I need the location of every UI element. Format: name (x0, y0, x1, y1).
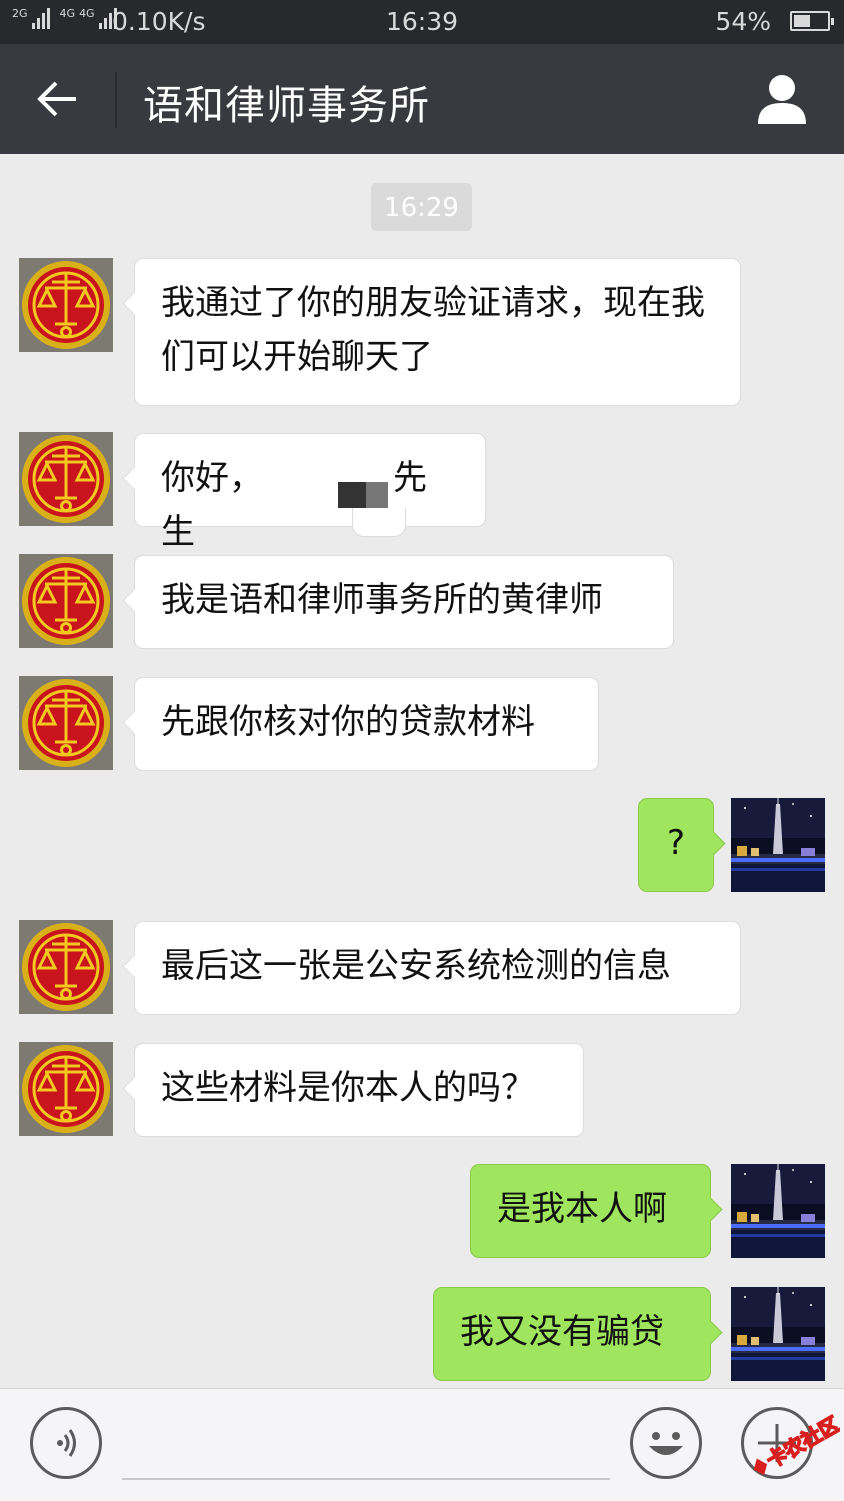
message-bubble-incoming[interactable]: 你好， 先生 (134, 433, 486, 552)
my-avatar[interactable] (731, 1287, 825, 1381)
voice-icon (57, 1429, 76, 1457)
emoji-button[interactable] (630, 1407, 702, 1479)
message-text: 我是语和律师事务所的黄律师 (161, 580, 603, 620)
message-text: 是我本人啊 (497, 1189, 667, 1229)
my-avatar[interactable] (731, 1164, 825, 1258)
message-bubble-incoming[interactable]: 先跟你核对你的贷款材料 (134, 677, 599, 771)
message-bubble-outgoing[interactable]: 是我本人啊 (470, 1164, 711, 1258)
input-toolbar (0, 1388, 844, 1501)
redaction-block (366, 482, 388, 508)
contact-avatar[interactable] (19, 676, 113, 770)
emoji-icon (649, 1432, 683, 1455)
message-bubble-outgoing[interactable]: 我又没有骗贷 (433, 1287, 711, 1381)
contact-avatar[interactable] (19, 432, 113, 526)
chat-title: 语和律师事务所 (143, 83, 430, 129)
voice-input-button[interactable] (30, 1407, 102, 1479)
header-divider (115, 72, 117, 128)
contact-avatar[interactable] (19, 258, 113, 352)
watermark-text: 卡农社区 (762, 1412, 840, 1473)
status-bar: 2G 4G 4G 0.10K/s 16:39 54% (0, 0, 844, 44)
message-text: 我通过了你的朋友验证请求，现在我们可以开始聊天了 (161, 283, 705, 377)
contact-avatar[interactable] (19, 1042, 113, 1136)
message-timestamp: 16:29 (371, 183, 472, 231)
redaction-block (338, 482, 366, 508)
message-bubble-incoming[interactable]: 最后这一张是公安系统检测的信息 (134, 921, 741, 1015)
message-text: 我又没有骗贷 (460, 1312, 664, 1352)
chat-header: 语和律师事务所 (0, 44, 844, 154)
chat-info-button[interactable] (754, 72, 810, 126)
battery-percent: 54% (715, 7, 771, 36)
message-text: 先跟你核对你的贷款材料 (161, 702, 535, 742)
arrow-left-icon (37, 81, 76, 117)
message-bubble-outgoing[interactable]: ? (638, 798, 714, 892)
message-text: 最后这一张是公安系统检测的信息 (161, 946, 671, 986)
back-button[interactable] (28, 74, 88, 124)
message-bubble-incoming[interactable]: 我通过了你的朋友验证请求，现在我们可以开始聊天了 (134, 258, 741, 406)
redaction-patch (352, 508, 406, 537)
message-bubble-incoming[interactable]: 我是语和律师事务所的黄律师 (134, 555, 674, 649)
person-icon (758, 75, 806, 124)
message-input[interactable] (122, 1478, 610, 1480)
message-text: 你好， (161, 458, 263, 498)
battery-icon (790, 11, 834, 31)
my-avatar[interactable] (731, 798, 825, 892)
contact-avatar[interactable] (19, 920, 113, 1014)
watermark-logo: 卡农社区 (753, 1411, 840, 1476)
message-text: 这些材料是你本人的吗？ (161, 1068, 535, 1108)
contact-avatar[interactable] (19, 554, 113, 648)
message-bubble-incoming[interactable]: 这些材料是你本人的吗？ (134, 1043, 584, 1137)
message-text: ? (666, 823, 686, 863)
